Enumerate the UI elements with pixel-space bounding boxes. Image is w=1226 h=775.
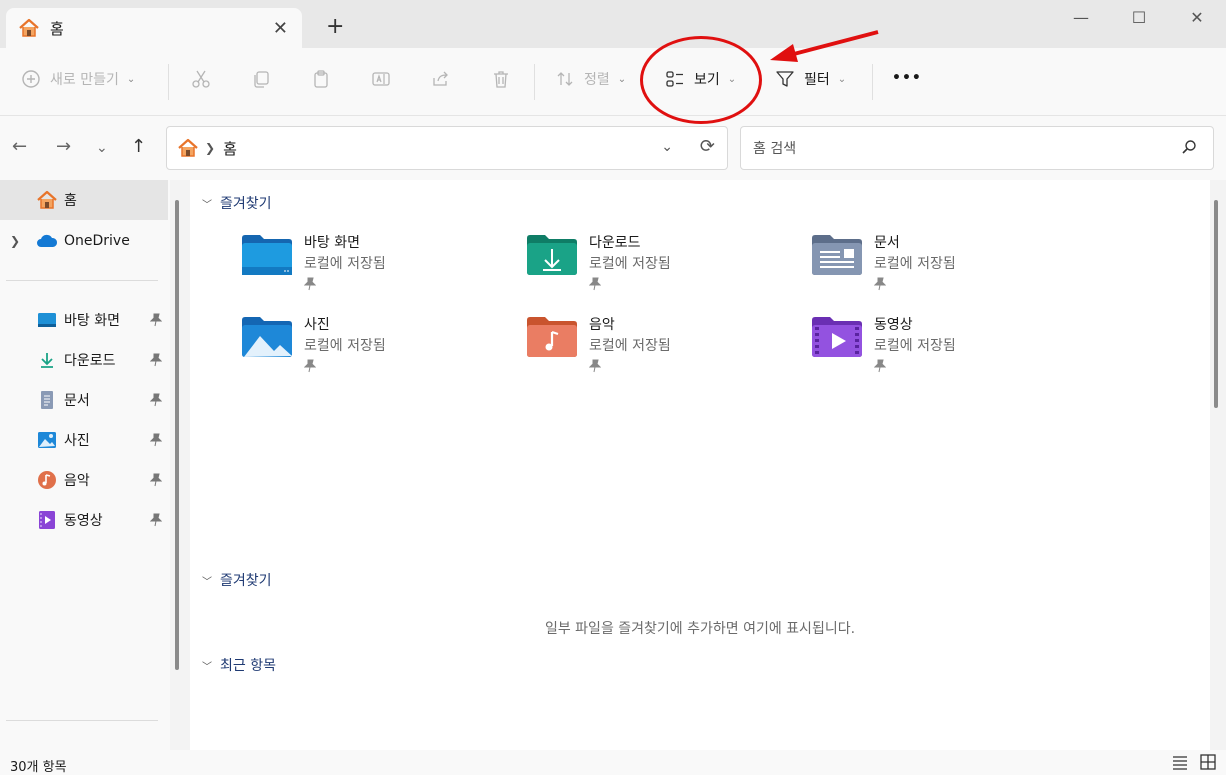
annotation-arrow (770, 30, 879, 62)
file-explorer-window: 홈 ✕ + — ☐ ✕ 새로 만들기 ⌄ 정렬 ⌄ 보기 ⌄ 필터 ⌄ ••• … (0, 0, 1226, 775)
